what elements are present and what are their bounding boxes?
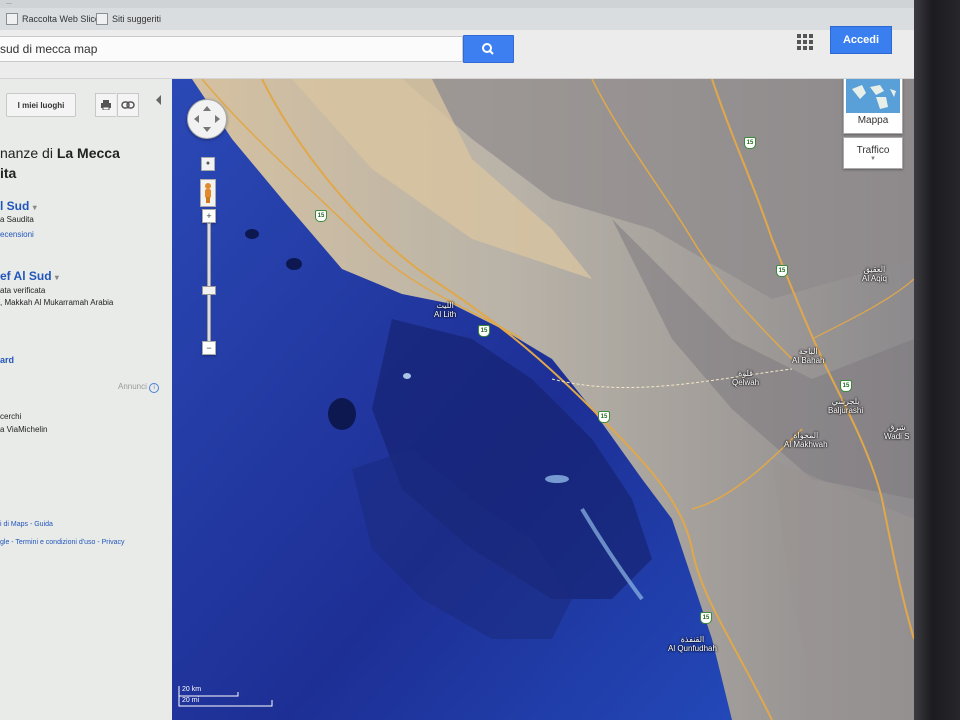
favorite-web-slice-label: Raccolta Web Slice	[22, 14, 100, 24]
zoom-reset-button[interactable]: ●	[201, 157, 215, 171]
place-label[interactable]: بلجرشي Baljurashi	[828, 397, 863, 415]
browser-tab-strip: ...	[0, 0, 918, 8]
zoom-slider-handle[interactable]	[202, 286, 216, 295]
ad-viamichelin[interactable]: a ViaMichelin	[0, 425, 47, 434]
route-shield: 15	[744, 137, 756, 149]
place-label[interactable]: القنفذة Al Qunfudhah	[668, 635, 717, 653]
favorite-web-slice[interactable]: Raccolta Web Slice	[6, 13, 100, 25]
satellite-terrain	[172, 79, 914, 720]
place-label[interactable]: العقيق Al Aqiq	[862, 265, 887, 283]
route-shield: 15	[598, 411, 610, 423]
browser-window: ... Raccolta Web Slice Siti suggeriti Ac…	[0, 0, 918, 720]
result-1-reviews-link[interactable]: ecensioni	[0, 230, 34, 239]
results-title-line2: ita	[0, 165, 17, 181]
result-1-name[interactable]: l Sud ▾	[0, 199, 37, 213]
traffic-label: Traffico	[856, 144, 890, 156]
zoom-in-button[interactable]: +	[202, 209, 216, 223]
footer-links-1[interactable]: i di Maps - Guida	[0, 521, 53, 528]
pegman-icon[interactable]	[200, 179, 216, 207]
favorites-bar: Raccolta Web Slice Siti suggeriti	[0, 8, 918, 31]
print-icon	[101, 100, 111, 110]
map-type-button[interactable]: Mappa	[843, 79, 903, 134]
scale-mi: 20 mi	[182, 697, 200, 704]
place-label[interactable]: الليث Al Lith	[434, 301, 456, 319]
pan-control-icon[interactable]	[187, 99, 227, 139]
print-button[interactable]	[95, 93, 116, 117]
web-slice-icon	[6, 13, 18, 25]
ard-link[interactable]: ard	[0, 355, 14, 365]
place-label[interactable]: الباحة Al Bahah	[792, 347, 824, 365]
ads-label: Annunci i	[118, 382, 160, 393]
place-label[interactable]: المخواة Al Makhwah	[784, 431, 828, 449]
result-2-name[interactable]: ef Al Sud ▾	[0, 269, 59, 283]
map-canvas[interactable]: ● + − Mappa Traffico ▼ 15 15 15 15 15 15…	[172, 79, 914, 720]
ad-cerchi: cerchi	[0, 412, 22, 421]
route-shield: 15	[315, 210, 327, 222]
zoom-slider-track[interactable]	[207, 223, 211, 343]
suggested-sites-icon	[96, 13, 108, 25]
result-1-country: a Saudita	[0, 215, 34, 224]
search-icon	[482, 43, 494, 55]
map-type-label: Mappa	[857, 115, 889, 126]
scale-bar: 20 km 20 mi	[178, 684, 274, 708]
apps-grid-icon[interactable]	[797, 34, 813, 50]
link-button[interactable]	[117, 93, 139, 117]
result-2-verified: ata verificata	[0, 286, 46, 295]
search-button[interactable]	[463, 35, 514, 63]
route-shield: 15	[776, 265, 788, 277]
maps-header: Accedi	[0, 26, 918, 79]
info-icon[interactable]: i	[149, 383, 160, 393]
result-2-address: , Makkah Al Mukarramah Arabia	[0, 298, 114, 307]
route-shield: 15	[700, 612, 712, 624]
favorite-suggested-sites[interactable]: Siti suggeriti	[96, 13, 161, 25]
chevron-down-icon: ▼	[870, 155, 876, 162]
world-map-thumbnail	[846, 79, 900, 113]
monitor-bezel	[914, 0, 960, 720]
footer-links-2[interactable]: gle - Termini e condizioni d'uso - Priva…	[0, 539, 125, 546]
route-shield: 15	[478, 325, 490, 337]
place-label[interactable]: شرق Wadi S	[884, 423, 910, 441]
link-icon	[121, 101, 135, 109]
collapse-panel-icon[interactable]	[156, 95, 161, 105]
results-title: nanze di La Mecca	[0, 145, 120, 161]
search-input[interactable]	[0, 37, 442, 61]
scale-km: 20 km	[182, 686, 202, 693]
search-box[interactable]	[0, 36, 463, 62]
favorite-suggested-sites-label: Siti suggeriti	[112, 14, 162, 24]
zoom-out-button[interactable]: −	[202, 341, 216, 355]
login-button[interactable]: Accedi	[830, 26, 892, 54]
my-places-button[interactable]: I miei luoghi	[6, 93, 76, 117]
traffic-button[interactable]: Traffico ▼	[843, 137, 903, 169]
route-shield: 15	[840, 380, 852, 392]
tab-caption: ...	[6, 0, 12, 6]
left-panel: I miei luoghi nanze di La Mecca ita l Su…	[0, 79, 173, 720]
place-label[interactable]: قلوة Qelwah	[732, 369, 759, 387]
